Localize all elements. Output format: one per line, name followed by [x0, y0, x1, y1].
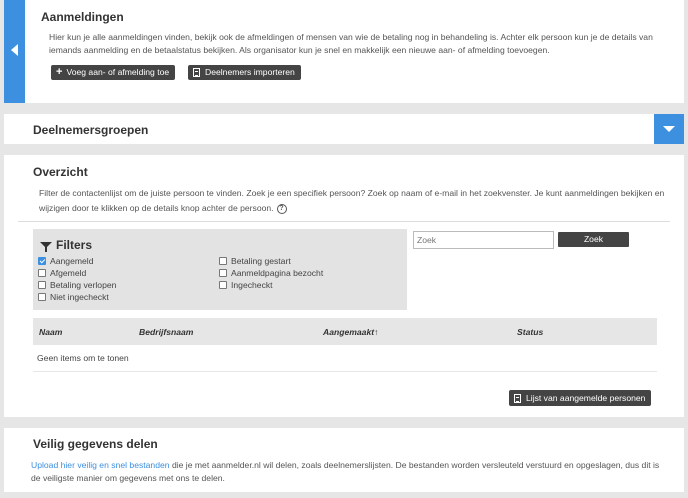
filter-niet-ingecheckt[interactable]: Niet ingecheckt [38, 292, 109, 302]
filters-box: Filters Aangemeld Afgemeld Betaling verl… [33, 229, 407, 310]
checkbox-checked[interactable] [38, 257, 46, 265]
section-title: Deelnemersgroepen [33, 123, 149, 137]
checkbox[interactable] [219, 281, 227, 289]
plus-icon: + [56, 66, 63, 78]
page-title: Aanmeldingen [41, 10, 124, 24]
filter-icon [40, 242, 52, 252]
registered-list-button[interactable]: Lijst van aangemelde personen [509, 390, 652, 406]
chevron-left-icon [11, 44, 18, 56]
filter-ingecheckt[interactable]: Ingecheckt [219, 280, 273, 290]
filter-aanmeldpagina-bezocht[interactable]: Aanmeldpagina bezocht [219, 268, 323, 278]
section-title: Veilig gegevens delen [33, 437, 158, 451]
aanmeldingen-description: Hier kun je alle aanmeldingen vinden, be… [49, 32, 653, 55]
filter-betaling-verlopen[interactable]: Betaling verlopen [38, 280, 116, 290]
filters-title: Filters [40, 238, 92, 252]
import-participants-button[interactable]: Deelnemers importeren [188, 65, 301, 80]
column-status[interactable]: Status [517, 327, 543, 337]
document-icon [514, 393, 521, 403]
search-button[interactable]: Zoek [558, 232, 629, 247]
column-aangemaakt[interactable]: Aangemaakt↑ [323, 327, 378, 337]
veilig-description: Upload hier veilig en snel bestanden die… [31, 460, 660, 483]
checkbox[interactable] [38, 281, 46, 289]
sidebar-toggle[interactable] [4, 0, 25, 103]
filter-aangemeld[interactable]: Aangemeld [38, 256, 93, 266]
checkbox[interactable] [219, 257, 227, 265]
column-bedrijfsnaam[interactable]: Bedrijfsnaam [139, 327, 193, 337]
filter-afgemeld[interactable]: Afgemeld [38, 268, 86, 278]
expand-button[interactable] [654, 114, 684, 144]
document-icon [193, 68, 200, 77]
checkbox[interactable] [38, 269, 46, 277]
divider [18, 221, 670, 222]
chevron-down-icon [663, 126, 675, 132]
filter-betaling-gestart[interactable]: Betaling gestart [219, 256, 291, 266]
table-divider [33, 371, 657, 372]
overzicht-description: Filter de contactenlijst om de juiste pe… [39, 188, 665, 214]
aanmeldingen-panel: Aanmeldingen Hier kun je alle aanmelding… [4, 0, 684, 103]
table-header: Naam Bedrijfsnaam Aangemaakt↑ Status [33, 318, 657, 345]
veilig-delen-panel: Veilig gegevens delen Upload hier veilig… [4, 428, 684, 492]
help-icon[interactable]: ? [276, 203, 287, 214]
search-input[interactable] [413, 231, 554, 249]
overzicht-panel: Overzicht Filter de contactenlijst om de… [4, 155, 684, 417]
empty-table-text: Geen items om te tonen [37, 353, 129, 363]
deelnemersgroepen-panel[interactable]: Deelnemersgroepen [4, 114, 684, 144]
upload-link[interactable]: Upload hier veilig en snel bestanden [31, 460, 170, 470]
checkbox[interactable] [38, 293, 46, 301]
section-title: Overzicht [33, 165, 88, 179]
checkbox[interactable] [219, 269, 227, 277]
column-naam[interactable]: Naam [39, 327, 62, 337]
add-registration-button[interactable]: + Voeg aan- of afmelding toe [51, 65, 176, 80]
